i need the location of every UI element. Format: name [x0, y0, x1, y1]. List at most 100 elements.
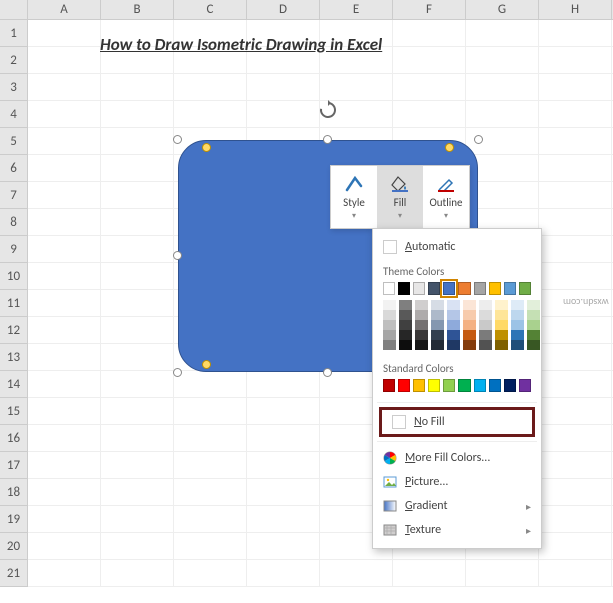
resize-handle[interactable] — [474, 135, 483, 144]
row-header[interactable]: 15 — [0, 398, 28, 425]
color-swatch[interactable] — [428, 282, 440, 295]
col-header[interactable]: C — [174, 0, 247, 19]
color-swatch[interactable] — [463, 300, 476, 310]
color-swatch[interactable] — [511, 310, 524, 320]
color-swatch[interactable] — [383, 330, 396, 340]
color-swatch[interactable] — [431, 330, 444, 340]
color-swatch[interactable] — [495, 340, 508, 350]
color-swatch[interactable] — [495, 320, 508, 330]
row-header[interactable]: 5 — [0, 128, 28, 155]
color-swatch[interactable] — [504, 282, 516, 295]
color-swatch[interactable] — [399, 320, 412, 330]
color-swatch[interactable] — [463, 310, 476, 320]
no-fill-item[interactable]: No Fill — [382, 410, 532, 434]
row-header[interactable]: 17 — [0, 452, 28, 479]
color-swatch[interactable] — [489, 379, 501, 392]
color-swatch[interactable] — [413, 379, 425, 392]
color-swatch[interactable] — [527, 320, 540, 330]
col-header[interactable]: D — [247, 0, 320, 19]
color-swatch[interactable] — [447, 310, 460, 320]
resize-handle[interactable] — [323, 135, 332, 144]
color-swatch[interactable] — [415, 330, 428, 340]
more-colors-item[interactable]: More Fill Colors... — [373, 446, 541, 470]
color-swatch[interactable] — [447, 340, 460, 350]
col-header[interactable]: E — [320, 0, 393, 19]
color-swatch[interactable] — [527, 330, 540, 340]
col-header[interactable]: A — [28, 0, 101, 19]
row-header[interactable]: 2 — [0, 47, 28, 74]
row-header[interactable]: 19 — [0, 506, 28, 533]
resize-handle[interactable] — [323, 368, 332, 377]
fill-button[interactable]: Fill ▾ — [377, 166, 423, 228]
row-header[interactable]: 18 — [0, 479, 28, 506]
color-swatch[interactable] — [443, 282, 455, 295]
rotate-handle-icon[interactable] — [318, 100, 338, 120]
color-swatch[interactable] — [415, 300, 428, 310]
color-swatch[interactable] — [431, 310, 444, 320]
row-header[interactable]: 6 — [0, 155, 28, 182]
col-header[interactable]: G — [466, 0, 539, 19]
row-header[interactable]: 7 — [0, 182, 28, 209]
adjust-handle[interactable] — [202, 143, 211, 152]
color-swatch[interactable] — [463, 320, 476, 330]
color-swatch[interactable] — [399, 300, 412, 310]
color-swatch[interactable] — [415, 340, 428, 350]
row-header[interactable]: 14 — [0, 371, 28, 398]
color-swatch[interactable] — [428, 379, 440, 392]
color-swatch[interactable] — [447, 320, 460, 330]
color-swatch[interactable] — [495, 330, 508, 340]
row-header[interactable]: 16 — [0, 425, 28, 452]
adjust-handle[interactable] — [445, 143, 454, 152]
color-swatch[interactable] — [383, 379, 395, 392]
row-header[interactable]: 13 — [0, 344, 28, 371]
texture-item[interactable]: Texture ▸ — [373, 518, 541, 542]
color-swatch[interactable] — [399, 310, 412, 320]
color-swatch[interactable] — [447, 330, 460, 340]
color-swatch[interactable] — [479, 320, 492, 330]
color-swatch[interactable] — [504, 379, 516, 392]
adjust-handle[interactable] — [202, 360, 211, 369]
color-swatch[interactable] — [415, 320, 428, 330]
color-swatch[interactable] — [463, 340, 476, 350]
color-swatch[interactable] — [474, 282, 486, 295]
color-swatch[interactable] — [527, 300, 540, 310]
color-swatch[interactable] — [458, 282, 470, 295]
style-button[interactable]: Style ▾ — [331, 166, 377, 228]
row-header[interactable]: 9 — [0, 236, 28, 263]
color-swatch[interactable] — [495, 310, 508, 320]
outline-button[interactable]: Outline ▾ — [423, 166, 469, 228]
color-swatch[interactable] — [415, 310, 428, 320]
color-swatch[interactable] — [413, 282, 425, 295]
color-swatch[interactable] — [431, 340, 444, 350]
gradient-item[interactable]: Gradient ▸ — [373, 494, 541, 518]
color-swatch[interactable] — [511, 340, 524, 350]
color-swatch[interactable] — [479, 330, 492, 340]
row-header[interactable]: 1 — [0, 20, 28, 47]
row-header[interactable]: 11 — [0, 290, 28, 317]
color-swatch[interactable] — [447, 300, 460, 310]
color-swatch[interactable] — [399, 340, 412, 350]
color-swatch[interactable] — [398, 282, 410, 295]
color-swatch[interactable] — [443, 379, 455, 392]
color-swatch[interactable] — [474, 379, 486, 392]
row-header[interactable]: 10 — [0, 263, 28, 290]
color-swatch[interactable] — [527, 310, 540, 320]
col-header[interactable]: F — [393, 0, 466, 19]
resize-handle[interactable] — [173, 135, 182, 144]
color-swatch[interactable] — [383, 340, 396, 350]
color-swatch[interactable] — [399, 330, 412, 340]
color-swatch[interactable] — [479, 300, 492, 310]
color-swatch[interactable] — [511, 330, 524, 340]
color-swatch[interactable] — [511, 320, 524, 330]
color-swatch[interactable] — [398, 379, 410, 392]
row-header[interactable]: 8 — [0, 209, 28, 236]
color-swatch[interactable] — [527, 340, 540, 350]
col-header[interactable]: B — [101, 0, 174, 19]
color-swatch[interactable] — [431, 300, 444, 310]
picture-item[interactable]: Picture... — [373, 470, 541, 494]
color-swatch[interactable] — [489, 282, 501, 295]
col-header[interactable]: H — [539, 0, 612, 19]
row-header[interactable]: 3 — [0, 74, 28, 101]
row-header[interactable]: 12 — [0, 317, 28, 344]
row-header[interactable]: 20 — [0, 533, 28, 560]
